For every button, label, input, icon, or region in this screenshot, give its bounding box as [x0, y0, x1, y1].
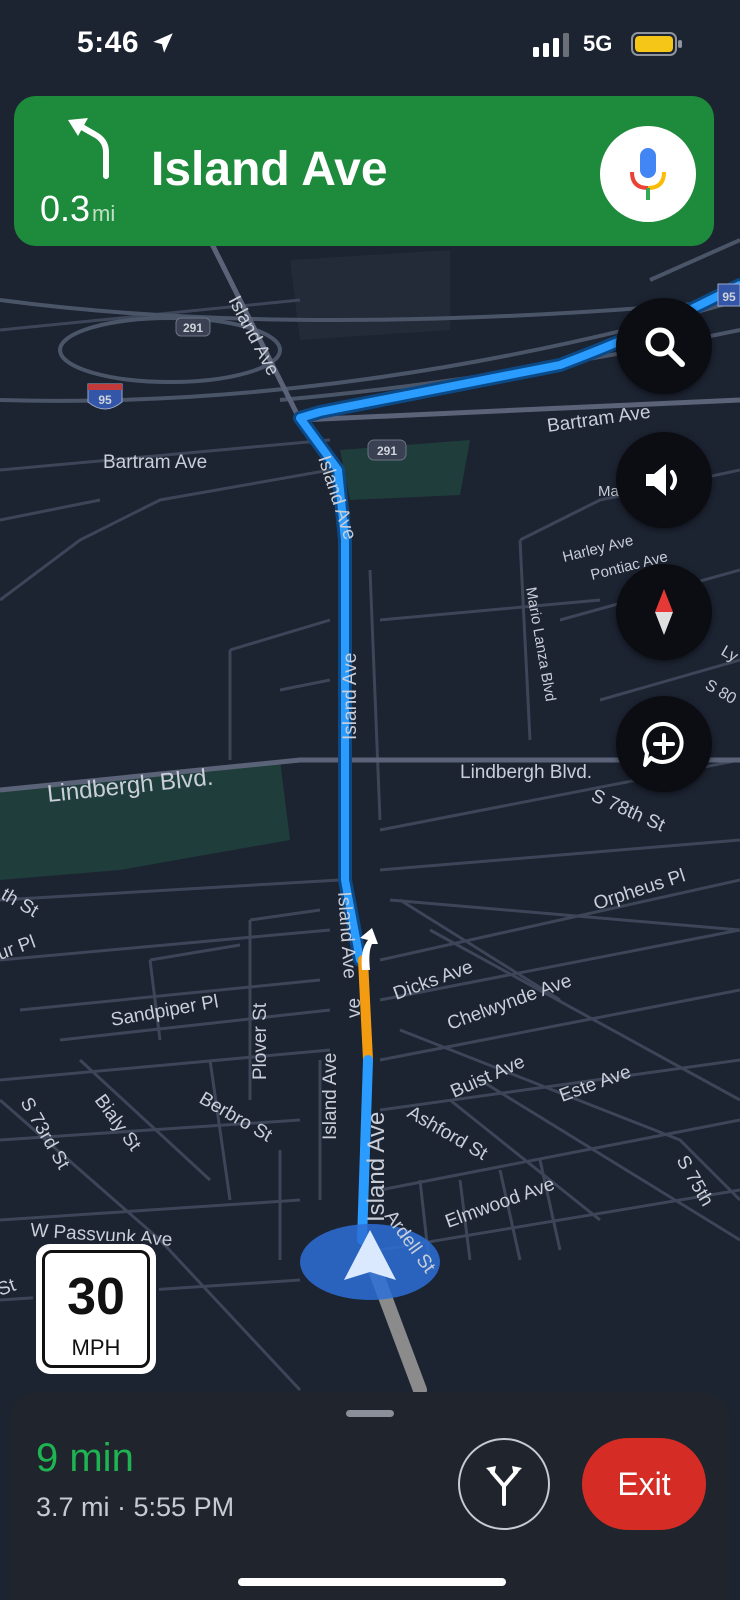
map-label-orpheus-pl: Orpheus Pl	[591, 865, 688, 914]
speed-limit-sign: 30 MPH	[36, 1244, 156, 1374]
home-indicator[interactable]	[238, 1578, 506, 1586]
compass-button[interactable]	[616, 564, 712, 660]
alternate-routes-icon	[486, 1466, 522, 1506]
map-label-st: St	[0, 1275, 19, 1301]
add-report-icon	[642, 722, 684, 767]
voice-search-button[interactable]	[600, 126, 696, 222]
trip-details: 3.7 mi · 5:55 PM	[36, 1492, 235, 1522]
route-shield-291-b: 291	[367, 439, 407, 461]
turn-left-arrow-icon	[68, 118, 109, 179]
status-bar: 5:46 5G	[0, 0, 740, 88]
network-type: 5G	[583, 31, 613, 56]
map-label-ashford-st: Ashford St	[404, 1102, 492, 1165]
status-time: 5:46	[77, 26, 140, 59]
map-label-este-ave: Este Ave	[557, 1061, 634, 1106]
next-street-name: Island Ave	[151, 143, 388, 196]
sound-button[interactable]	[616, 432, 712, 528]
battery-icon	[631, 32, 682, 56]
route-shield-291-a: 291	[175, 317, 211, 337]
cellular-signal-icon	[533, 33, 569, 57]
svg-text:95: 95	[722, 290, 736, 304]
turn-instruction-banner[interactable]: 0.3mi Island Ave	[14, 96, 714, 246]
volume-icon	[646, 464, 677, 496]
compass-icon	[655, 589, 673, 635]
map-label-s-80: S 80	[702, 677, 739, 708]
map-label-s-73rd-st: S 73rd St	[16, 1094, 74, 1174]
drag-handle[interactable]	[346, 1410, 394, 1417]
map-label-s-78th-st: S 78th St	[588, 785, 669, 836]
interstate-shield-95-b: 95	[717, 283, 740, 307]
speed-limit-unit: MPH	[71, 1335, 121, 1360]
map-label-dicks-ave: Dicks Ave	[391, 957, 476, 1005]
microphone-icon	[630, 148, 666, 200]
distance-value: 0.3	[40, 188, 91, 229]
search-button[interactable]	[616, 298, 712, 394]
location-arrow-icon	[153, 33, 173, 53]
svg-text:291: 291	[377, 444, 397, 458]
speed-limit-value: 30	[67, 1268, 125, 1326]
map-label-island-ave: Island Ave	[363, 1112, 390, 1222]
map-label-bialy-st: Bialy St	[90, 1091, 145, 1156]
map-label-plover-st: Plover St	[250, 1002, 271, 1080]
map-label-berbro-st: Berbro St	[196, 1088, 277, 1147]
exit-navigation-button[interactable]: Exit	[582, 1438, 706, 1530]
svg-text:291: 291	[183, 321, 203, 335]
map-label-lindbergh-blvd: Lindbergh Blvd.	[460, 762, 592, 783]
distance-unit: mi	[92, 201, 116, 226]
search-icon	[645, 327, 685, 367]
turn-distance: 0.3mi	[40, 188, 115, 230]
trip-summary-panel[interactable]: 9 min 3.7 mi · 5:55 PM Exit	[10, 1392, 730, 1600]
map-label-bartram-ave: Bartram Ave	[103, 452, 207, 473]
add-report-button[interactable]	[616, 696, 712, 792]
eta-duration: 9 min	[36, 1436, 134, 1480]
svg-text:95: 95	[98, 393, 112, 407]
alternate-routes-button[interactable]	[458, 1438, 550, 1530]
interstate-shield-95-a: 95	[87, 383, 123, 410]
map-label-th-st: th St	[0, 884, 42, 922]
map-label-island-ave: Island Ave	[320, 1053, 341, 1140]
map-label-ve: ve	[344, 998, 365, 1018]
map-label-island-ave: Island Ave	[340, 653, 361, 740]
